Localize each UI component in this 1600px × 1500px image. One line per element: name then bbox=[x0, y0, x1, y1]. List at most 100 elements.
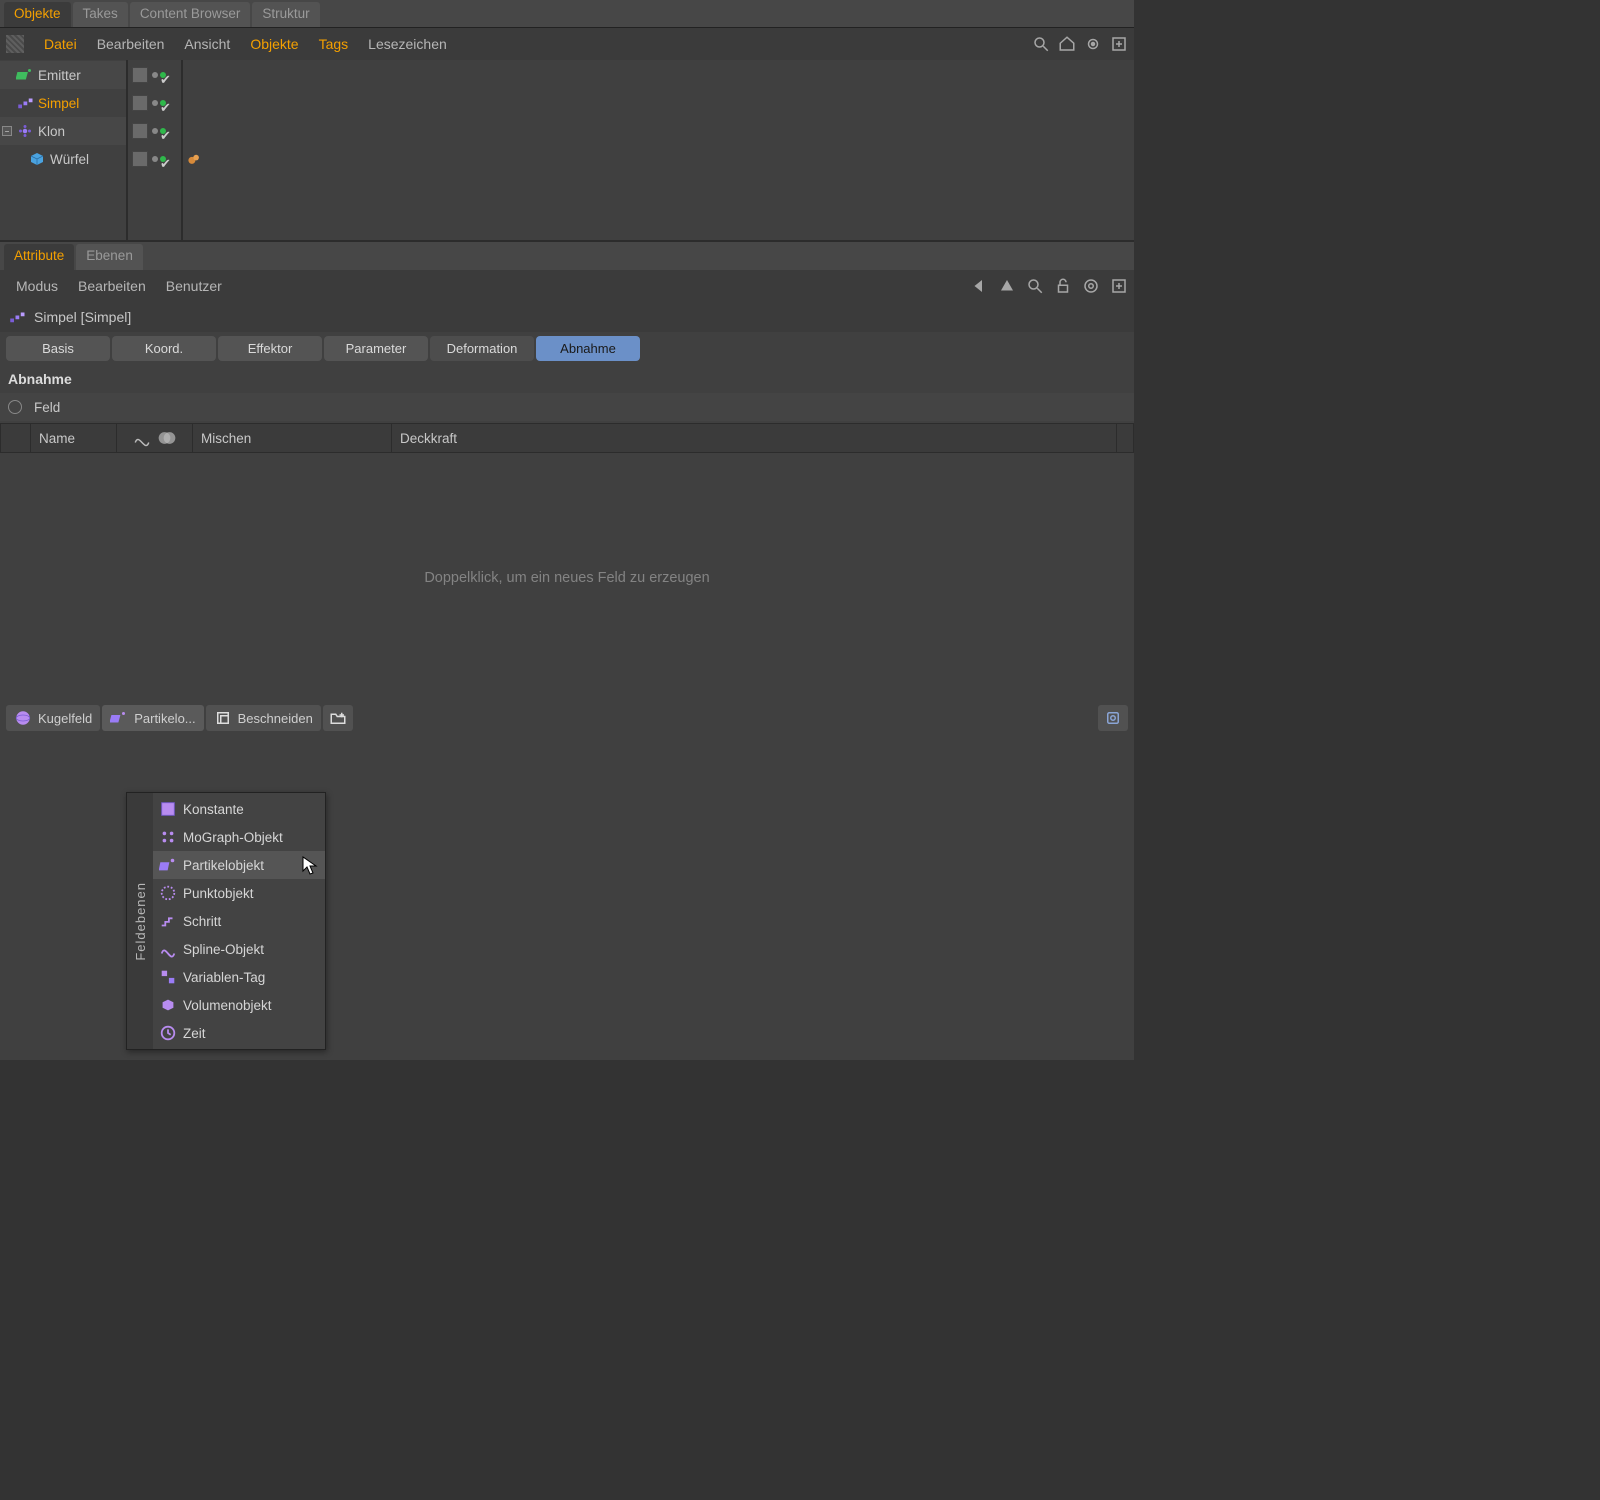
menu-datei[interactable]: Datei bbox=[34, 28, 87, 60]
new-window-icon[interactable] bbox=[1110, 277, 1128, 295]
grid-header-name[interactable]: Name bbox=[31, 424, 117, 452]
tab-takes[interactable]: Takes bbox=[73, 2, 128, 27]
popup-item-konstante[interactable]: Konstante bbox=[153, 795, 325, 823]
tab-struktur[interactable]: Struktur bbox=[252, 2, 319, 27]
visibility-dots-icon[interactable]: ✔ bbox=[152, 72, 166, 78]
home-icon[interactable] bbox=[1058, 35, 1076, 53]
menu-benutzer[interactable]: Benutzer bbox=[156, 270, 232, 302]
grid-body[interactable]: Doppelklick, um ein neues Feld zu erzeug… bbox=[0, 453, 1134, 703]
atab-koord[interactable]: Koord. bbox=[112, 336, 216, 361]
tab-attribute[interactable]: Attribute bbox=[4, 244, 74, 270]
atab-abnahme[interactable]: Abnahme bbox=[536, 336, 640, 361]
menu-bearbeiten[interactable]: Bearbeiten bbox=[68, 270, 156, 302]
grid-header-gap bbox=[1, 424, 31, 452]
object-header-title: Simpel [Simpel] bbox=[34, 309, 131, 325]
layer-tag-icon[interactable] bbox=[132, 123, 148, 139]
expand-icon[interactable] bbox=[1110, 35, 1128, 53]
menu-modus[interactable]: Modus bbox=[6, 270, 68, 302]
lock-icon[interactable] bbox=[1054, 277, 1072, 295]
tree-row-simpel[interactable]: Simpel bbox=[0, 89, 126, 117]
atab-parameter[interactable]: Parameter bbox=[324, 336, 428, 361]
menu-objekte[interactable]: Objekte bbox=[240, 28, 308, 60]
btm-add-folder[interactable] bbox=[323, 705, 353, 731]
objects-menubar: Datei Bearbeiten Ansicht Objekte Tags Le… bbox=[0, 28, 1134, 60]
clock-icon bbox=[159, 1024, 177, 1042]
eye-icon[interactable] bbox=[1084, 35, 1102, 53]
btm-settings[interactable] bbox=[1098, 705, 1128, 731]
gear-icon bbox=[1104, 709, 1122, 727]
menu-tags[interactable]: Tags bbox=[309, 28, 359, 60]
visibility-dots-icon[interactable]: ✔ bbox=[152, 100, 166, 106]
atab-basis[interactable]: Basis bbox=[6, 336, 110, 361]
tree-row-cube[interactable]: Würfel bbox=[0, 145, 126, 173]
blend-icon bbox=[156, 428, 178, 448]
popup-item-schritt[interactable]: Schritt bbox=[153, 907, 325, 935]
tab-objekte[interactable]: Objekte bbox=[4, 2, 71, 27]
popup-item-spline[interactable]: Spline-Objekt bbox=[153, 935, 325, 963]
cube-icon bbox=[28, 150, 46, 168]
panel-options-icon[interactable] bbox=[6, 35, 24, 53]
effector-icon bbox=[8, 308, 26, 326]
particle-icon bbox=[159, 856, 177, 874]
popup-item-mograph[interactable]: MoGraph-Objekt bbox=[153, 823, 325, 851]
back-arrow-icon[interactable] bbox=[970, 277, 988, 295]
attr-tab-bar: Attribute Ebenen bbox=[0, 242, 1134, 270]
mograph-icon bbox=[159, 828, 177, 846]
emitter-icon bbox=[16, 66, 34, 84]
volume-icon bbox=[159, 996, 177, 1014]
constant-icon bbox=[159, 800, 177, 818]
attr-menubar: Modus Bearbeiten Benutzer bbox=[0, 270, 1134, 302]
popup-item-punktobjekt[interactable]: Punktobjekt bbox=[153, 879, 325, 907]
tab-ebenen[interactable]: Ebenen bbox=[76, 244, 143, 270]
visibility-dots-icon[interactable]: ✔ bbox=[152, 156, 166, 162]
tree-label: Würfel bbox=[50, 152, 89, 167]
grid-header-mischen[interactable]: Mischen bbox=[193, 424, 392, 452]
empty-placeholder: Doppelklick, um ein neues Feld zu erzeug… bbox=[424, 570, 709, 586]
menu-ansicht[interactable]: Ansicht bbox=[174, 28, 240, 60]
visibility-dots-icon[interactable]: ✔ bbox=[152, 128, 166, 134]
popup-item-partikelobjekt[interactable]: Partikelobjekt bbox=[153, 851, 325, 879]
btm-beschneiden[interactable]: Beschneiden bbox=[206, 705, 321, 731]
add-folder-icon bbox=[329, 709, 347, 727]
btm-kugelfeld[interactable]: Kugelfeld bbox=[6, 705, 100, 731]
tree-row-klon[interactable]: − Klon bbox=[0, 117, 126, 145]
tree-row-emitter[interactable]: Emitter bbox=[0, 61, 126, 89]
popup-item-volumen[interactable]: Volumenobjekt bbox=[153, 991, 325, 1019]
grid-header-icons[interactable] bbox=[117, 424, 193, 452]
tag-column-2 bbox=[183, 60, 1134, 240]
search-icon[interactable] bbox=[1026, 277, 1044, 295]
popup-item-variablen[interactable]: Variablen-Tag bbox=[153, 963, 325, 991]
layer-tag-icon[interactable] bbox=[132, 95, 148, 111]
btm-label: Beschneiden bbox=[238, 711, 313, 726]
tab-content-browser[interactable]: Content Browser bbox=[130, 2, 251, 27]
layer-tag-icon[interactable] bbox=[132, 151, 148, 167]
feld-radio[interactable] bbox=[8, 400, 22, 414]
tree-label: Simpel bbox=[38, 96, 79, 111]
cloner-icon bbox=[16, 122, 34, 140]
menu-lesezeichen[interactable]: Lesezeichen bbox=[358, 28, 457, 60]
field-layers-popup: Feldebenen Konstante MoGraph-Objekt Part… bbox=[126, 792, 326, 1050]
btm-label: Partikelo... bbox=[134, 711, 195, 726]
menu-bearbeiten[interactable]: Bearbeiten bbox=[87, 28, 175, 60]
up-arrow-icon[interactable] bbox=[998, 277, 1016, 295]
grid-header-scroll bbox=[1117, 424, 1133, 452]
tree-label: Klon bbox=[38, 124, 65, 139]
atab-deformation[interactable]: Deformation bbox=[430, 336, 534, 361]
crop-icon bbox=[214, 709, 232, 727]
target-icon[interactable] bbox=[1082, 277, 1100, 295]
grid-header-deckkraft[interactable]: Deckkraft bbox=[392, 424, 1117, 452]
btm-partikelobjekt[interactable]: Partikelo... bbox=[102, 705, 203, 731]
curve-icon bbox=[132, 429, 152, 447]
tree-collapse-icon[interactable]: − bbox=[2, 126, 12, 136]
effector-icon bbox=[16, 94, 34, 112]
section-title-abnahme: Abnahme bbox=[0, 365, 1134, 393]
popup-item-zeit[interactable]: Zeit bbox=[153, 1019, 325, 1047]
atab-effektor[interactable]: Effektor bbox=[218, 336, 322, 361]
tree-column: Emitter Simpel − Klon Würfel bbox=[0, 60, 128, 240]
search-icon[interactable] bbox=[1032, 35, 1050, 53]
object-tree-panel: Emitter Simpel − Klon Würfel ✔ ✔ ✔ ✔ bbox=[0, 60, 1134, 242]
material-tag-icon[interactable] bbox=[187, 152, 201, 166]
attr-subtab-bar: Basis Koord. Effektor Parameter Deformat… bbox=[0, 332, 1134, 365]
layer-tag-icon[interactable] bbox=[132, 67, 148, 83]
popup-list: Konstante MoGraph-Objekt Partikelobjekt … bbox=[153, 793, 325, 1049]
